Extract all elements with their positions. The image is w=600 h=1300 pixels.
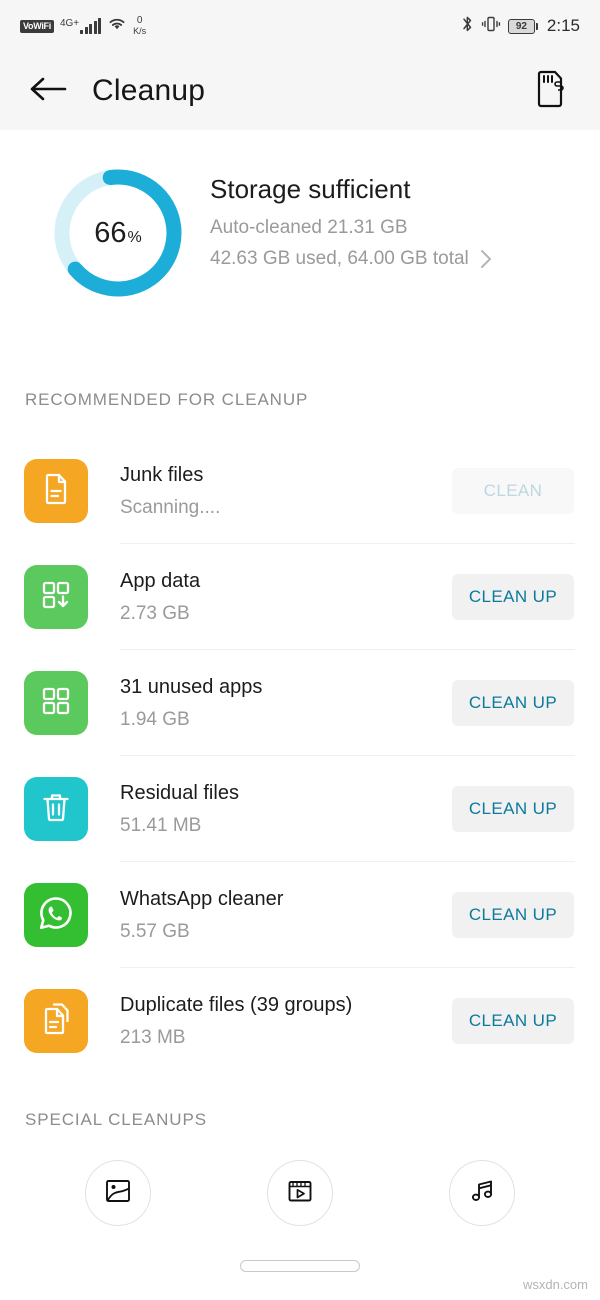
cleanup-list: Junk files Scanning.... CLEAN App data 2…: [0, 438, 600, 1074]
cleanup-row[interactable]: 31 unused apps 1.94 GB CLEAN UP: [0, 650, 600, 756]
cleanup-row[interactable]: Residual files 51.41 MB CLEAN UP: [0, 756, 600, 862]
cleanup-row[interactable]: Duplicate files (39 groups) 213 MB CLEAN…: [0, 968, 600, 1074]
cleanup-item-name: App data: [120, 570, 201, 592]
signal-bars-icon: [80, 17, 102, 34]
apps-grid-icon: [38, 683, 74, 724]
cleanup-item-name: WhatsApp cleaner: [120, 888, 284, 910]
cleanup-row-meta: WhatsApp cleaner 5.57 GB: [120, 886, 452, 944]
cleanup-row[interactable]: WhatsApp cleaner 5.57 GB CLEAN UP: [0, 862, 600, 968]
music-icon: [467, 1176, 497, 1211]
special-cleanup-videos-button[interactable]: [267, 1160, 333, 1226]
trash-icon-tile: [24, 777, 88, 841]
data-rate-unit: K/s: [133, 26, 147, 36]
page-title: Cleanup: [92, 74, 206, 107]
special-cleanup-images-button[interactable]: [85, 1160, 151, 1226]
home-gesture-pill[interactable]: [240, 1260, 360, 1272]
cleanup-row-meta: 31 unused apps 1.94 GB: [120, 674, 452, 732]
back-arrow-icon: [28, 74, 68, 109]
wifi-icon: [107, 16, 127, 37]
storage-usage-row[interactable]: 42.63 GB used, 64.00 GB total: [210, 246, 493, 272]
watermark: wsxdn.com: [522, 1277, 588, 1292]
storage-usage-text: 42.63 GB used, 64.00 GB total: [210, 248, 469, 269]
status-bar-clock: 2:15: [546, 16, 580, 35]
storage-ring-chart: 66 %: [50, 165, 186, 301]
cleanup-item-size: 2.73 GB: [120, 603, 190, 624]
document-icon: [38, 471, 74, 512]
cleanup-item-name: 31 unused apps: [120, 676, 263, 698]
cleanup-action-button[interactable]: CLEAN UP: [452, 574, 574, 620]
battery-cap: [535, 22, 538, 30]
cleanup-item-size: 5.57 GB: [120, 921, 190, 942]
phone-screen: VoWiFi 4G+ 0 K/s 92 2:15 Cleanup 66 % St…: [0, 0, 600, 1300]
cleanup-row[interactable]: App data 2.73 GB CLEAN UP: [0, 544, 600, 650]
cleanup-item-name: Residual files: [120, 782, 239, 804]
app-data-download-icon-tile: [24, 565, 88, 629]
duplicate-files-icon-tile: [24, 989, 88, 1053]
storage-percent-value: 66: [94, 217, 127, 249]
bluetooth-icon: [461, 15, 474, 38]
cleanup-action-button[interactable]: CLEAN UP: [452, 786, 574, 832]
whatsapp-icon-tile: [24, 883, 88, 947]
cleanup-item-size: Scanning....: [120, 497, 221, 518]
whatsapp-icon: [36, 893, 76, 938]
cleanup-action-button[interactable]: CLEAN UP: [452, 998, 574, 1044]
trash-icon: [38, 789, 74, 830]
back-button[interactable]: [26, 69, 70, 113]
cleanup-action-button[interactable]: CLEAN UP: [452, 892, 574, 938]
special-cleanup-audio-button[interactable]: [449, 1160, 515, 1226]
storage-percent-symbol: %: [127, 229, 142, 246]
cleanup-item-size: 1.94 GB: [120, 709, 190, 730]
cleanup-row-meta: App data 2.73 GB: [120, 568, 452, 626]
cleanup-item-size: 51.41 MB: [120, 815, 202, 836]
cleanup-item-name: Duplicate files (39 groups): [120, 994, 353, 1016]
status-bar-left: VoWiFi 4G+ 0 K/s: [20, 16, 146, 37]
cleanup-row-meta: Junk files Scanning....: [120, 462, 452, 520]
cleanup-item-size: 213 MB: [120, 1027, 186, 1048]
chevron-right-icon: [479, 247, 493, 271]
storage-summary[interactable]: 66 % Storage sufficient Auto-cleaned 21.…: [0, 130, 600, 340]
image-icon: [103, 1176, 133, 1211]
status-bar: VoWiFi 4G+ 0 K/s 92 2:15: [0, 0, 600, 52]
cleanup-row[interactable]: Junk files Scanning.... CLEAN: [0, 438, 600, 544]
storage-summary-text: Storage sufficient Auto-cleaned 21.31 GB…: [210, 172, 493, 272]
cellular-signal-icon: 4G+: [59, 17, 102, 34]
cleanup-row-meta: Residual files 51.41 MB: [120, 780, 452, 838]
sd-card-icon: [535, 70, 567, 113]
data-rate-indicator: 0 K/s: [133, 15, 147, 37]
vibrate-icon: [481, 15, 501, 38]
cleanup-item-name: Junk files: [120, 464, 204, 486]
network-gen-label: 4G: [59, 17, 74, 29]
storage-auto-cleaned: Auto-cleaned 21.31 GB: [210, 217, 408, 238]
document-icon-tile: [24, 459, 88, 523]
cleanup-row-meta: Duplicate files (39 groups) 213 MB: [120, 992, 452, 1050]
cleanup-action-button[interactable]: CLEAN: [452, 468, 574, 514]
battery-level: 92: [507, 18, 535, 34]
cleanup-action-button[interactable]: CLEAN UP: [452, 680, 574, 726]
battery-indicator: 92: [507, 18, 538, 34]
status-bar-right: 92 2:15: [461, 15, 580, 38]
network-gen-sup: +: [73, 17, 80, 29]
special-section-label: SPECIAL CLEANUPS: [25, 1110, 207, 1129]
vowifi-badge: VoWiFi: [20, 19, 54, 33]
duplicate-files-icon: [38, 1001, 74, 1042]
data-rate-value: 0: [136, 15, 143, 26]
storage-percent: 66 %: [50, 165, 186, 301]
video-icon: [285, 1176, 315, 1211]
storage-status-title: Storage sufficient: [210, 174, 411, 204]
apps-grid-icon-tile: [24, 671, 88, 735]
sd-card-button[interactable]: [528, 68, 574, 114]
special-cleanups-row: [0, 1160, 600, 1230]
recommended-section-label: RECOMMENDED FOR CLEANUP: [25, 390, 309, 409]
app-data-download-icon: [38, 577, 74, 618]
app-bar: Cleanup: [0, 52, 600, 130]
